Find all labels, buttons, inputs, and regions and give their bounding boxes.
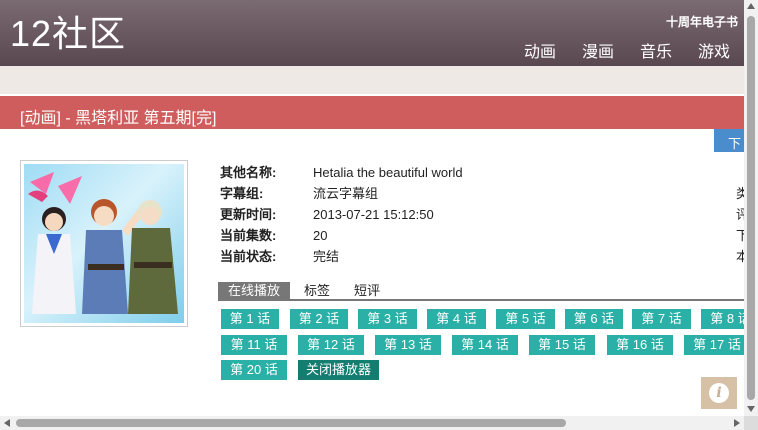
ebook-link[interactable]: 十周年电子书 (666, 13, 738, 30)
episode-button[interactable]: 第 6 话 (565, 309, 623, 329)
info-value: 2013-07-21 15:12:50 (313, 207, 434, 222)
scroll-up-icon[interactable] (747, 3, 755, 9)
info-value[interactable]: 流云字幕组 (313, 185, 378, 206)
site-logo[interactable]: 12社区 (10, 14, 126, 54)
cover-image (20, 160, 188, 327)
episode-button[interactable]: 第 16 话 (607, 335, 673, 355)
info-value: 20 (313, 228, 328, 243)
info-key: 当前状态: (220, 249, 277, 264)
vertical-scroll-thumb[interactable] (747, 16, 755, 400)
episode-button[interactable]: 第 2 话 (290, 309, 348, 329)
tab-online-play[interactable]: 在线播放 (218, 282, 291, 299)
info-key: 字幕组: (220, 186, 264, 201)
tab-short-reviews[interactable]: 短评 (344, 282, 390, 299)
episode-button[interactable]: 第 13 话 (375, 335, 441, 355)
site-header: 12社区 十周年电子书 动画 漫画 音乐 游戏 (0, 0, 744, 66)
episode-button[interactable]: 第 17 话 (684, 335, 744, 355)
scroll-left-icon[interactable] (4, 419, 10, 427)
info-button[interactable]: i (701, 377, 737, 409)
tab-tags[interactable]: 标签 (294, 282, 340, 299)
episode-list: 第 1 话 第 2 话 第 3 话 第 4 话 第 5 话 第 6 话 第 7 … (221, 309, 744, 384)
horizontal-scrollbar[interactable] (0, 416, 744, 430)
episode-button[interactable]: 第 8 话 (701, 309, 744, 329)
episode-button[interactable]: 第 5 话 (496, 309, 555, 329)
info-key: 其他名称: (220, 165, 277, 180)
episode-button[interactable]: 第 14 话 (452, 335, 518, 355)
info-value: 完结 (313, 249, 340, 264)
info-row: 字幕组: 流云字幕组 (220, 185, 463, 206)
episode-button[interactable]: 第 3 话 (358, 309, 417, 329)
info-row: 当前集数: 20 (220, 227, 463, 248)
info-key: 当前集数: (220, 228, 277, 243)
download-button[interactable]: 下 (714, 129, 744, 152)
episode-button[interactable]: 第 11 话 (221, 335, 287, 355)
info-row: 更新时间: 2013-07-21 15:12:50 (220, 206, 463, 227)
scrollbar-corner (744, 416, 758, 430)
nav-games[interactable]: 游戏 (698, 38, 730, 62)
scroll-right-icon[interactable] (734, 419, 740, 427)
info-table: 其他名称: Hetalia the beautiful world 字幕组: 流… (220, 164, 463, 269)
scroll-down-icon[interactable] (747, 406, 755, 412)
nav-manga[interactable]: 漫画 (582, 38, 614, 62)
sub-band (0, 66, 744, 94)
title-bar: [动画] - 黑塔利亚 第五期[完] (0, 96, 744, 129)
episode-button[interactable]: 第 12 话 (298, 335, 364, 355)
horizontal-scroll-thumb[interactable] (16, 419, 566, 427)
cover-artwork (28, 172, 178, 314)
episode-button[interactable]: 第 1 话 (221, 309, 279, 329)
vertical-scrollbar[interactable] (744, 0, 758, 416)
episode-button[interactable]: 第 20 话 (221, 360, 287, 380)
main-nav: 动画 漫画 音乐 游戏 (524, 38, 730, 62)
nav-anime[interactable]: 动画 (524, 38, 556, 62)
episode-button[interactable]: 第 4 话 (427, 309, 486, 329)
info-value: Hetalia the beautiful world (313, 165, 463, 180)
episode-button[interactable]: 第 15 话 (529, 335, 595, 355)
nav-music[interactable]: 音乐 (640, 38, 672, 62)
tab-bar: 在线播放 标签 短评 (218, 282, 744, 301)
close-player-button[interactable]: 关闭播放器 (298, 360, 379, 380)
info-icon: i (709, 383, 729, 403)
page-title: [动画] - 黑塔利亚 第五期[完] (20, 110, 217, 127)
info-key: 更新时间: (220, 207, 277, 222)
episode-button[interactable]: 第 7 话 (632, 309, 691, 329)
info-row: 当前状态: 完结 (220, 248, 463, 269)
info-row: 其他名称: Hetalia the beautiful world (220, 164, 463, 185)
